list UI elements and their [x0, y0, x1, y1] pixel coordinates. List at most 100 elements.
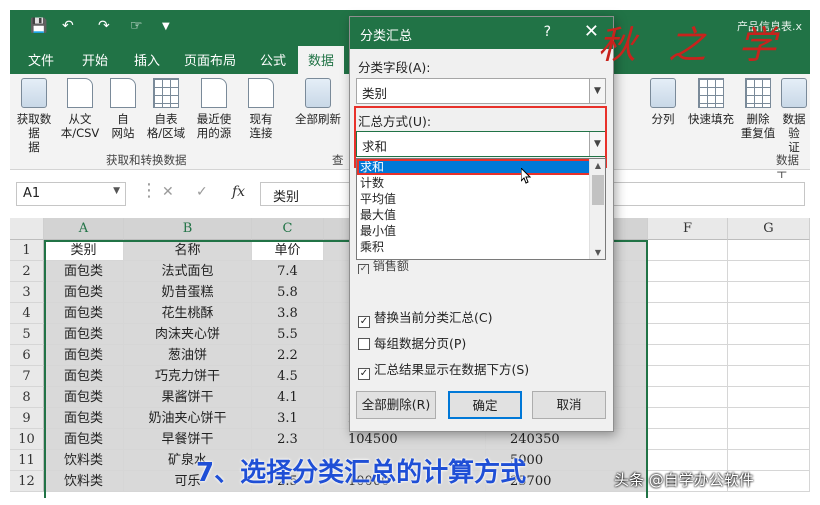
tab-home[interactable]: 开始: [82, 50, 108, 69]
cell-price[interactable]: 3.8: [252, 303, 324, 324]
remove-duplicates-button[interactable]: 删除 重复值: [740, 78, 776, 140]
cell-name[interactable]: 奶油夹心饼干: [124, 408, 252, 429]
cell-category[interactable]: 类别: [44, 240, 124, 261]
tab-file[interactable]: 文件: [28, 50, 54, 69]
cell-price[interactable]: 单价: [252, 240, 324, 261]
scroll-down-icon[interactable]: ▼: [590, 248, 605, 257]
summary-below-checkbox[interactable]: ✓ 汇总结果显示在数据下方(S): [358, 359, 529, 380]
cell-empty[interactable]: [728, 408, 810, 429]
cell-empty[interactable]: [648, 366, 728, 387]
cell-name[interactable]: 早餐饼干: [124, 429, 252, 450]
option-min[interactable]: 最小值: [357, 223, 605, 239]
column-header-a[interactable]: A: [44, 218, 124, 240]
cell-name[interactable]: 名称: [124, 240, 252, 261]
cell-category[interactable]: 饮料类: [44, 450, 124, 471]
cancel-button[interactable]: 取消: [532, 391, 606, 419]
cell-name[interactable]: 巧克力饼干: [124, 366, 252, 387]
cell-name[interactable]: 法式面包: [124, 261, 252, 282]
row-header[interactable]: 2: [10, 261, 44, 282]
row-header[interactable]: 8: [10, 387, 44, 408]
cell-empty[interactable]: [728, 303, 810, 324]
column-header-g[interactable]: G: [728, 218, 810, 240]
redo-icon[interactable]: ↷: [98, 18, 110, 34]
refresh-all-button[interactable]: 全部刷新: [290, 78, 346, 126]
cell-price[interactable]: 3.1: [252, 408, 324, 429]
undo-icon[interactable]: ↶: [62, 18, 74, 34]
column-header-f[interactable]: F: [648, 218, 728, 240]
cell-category[interactable]: 面包类: [44, 324, 124, 345]
cell-category[interactable]: 面包类: [44, 261, 124, 282]
insert-function-icon[interactable]: fx: [232, 184, 245, 200]
row-header[interactable]: 12: [10, 471, 44, 492]
cell-sales[interactable]: 240350: [486, 429, 648, 450]
data-validation-button[interactable]: 数据验 证: [778, 78, 810, 154]
cell-empty[interactable]: [728, 324, 810, 345]
close-icon[interactable]: ✕: [584, 21, 599, 42]
cell-price[interactable]: 7.4: [252, 261, 324, 282]
cell-price[interactable]: 5.5: [252, 324, 324, 345]
get-data-button[interactable]: 获取数据 据: [14, 78, 54, 154]
field-combo[interactable]: 类别 ▼: [356, 78, 606, 104]
cell-empty[interactable]: [728, 429, 810, 450]
cell-name[interactable]: 奶昔蛋糕: [124, 282, 252, 303]
save-icon[interactable]: 💾: [30, 18, 47, 34]
cell-empty[interactable]: [648, 240, 728, 261]
name-box[interactable]: A1 ▼: [16, 182, 126, 206]
cell-category[interactable]: 面包类: [44, 303, 124, 324]
enter-icon[interactable]: ✓: [196, 184, 208, 200]
row-header[interactable]: 5: [10, 324, 44, 345]
row-header[interactable]: 9: [10, 408, 44, 429]
existing-connections-button[interactable]: 现有 连接: [246, 78, 276, 140]
row-header[interactable]: 11: [10, 450, 44, 471]
tab-formulas[interactable]: 公式: [260, 50, 286, 69]
customize-qat-icon[interactable]: ▼: [162, 21, 170, 32]
cell-empty[interactable]: [648, 261, 728, 282]
row-header[interactable]: 3: [10, 282, 44, 303]
cell-empty[interactable]: [648, 303, 728, 324]
page-break-checkbox[interactable]: 每组数据分页(P): [358, 333, 466, 352]
method-dropdown-list[interactable]: 求和 计数 平均值 最大值 最小值 乘积 ▲ ▼: [356, 158, 606, 260]
cell-name[interactable]: 肉沫夹心饼: [124, 324, 252, 345]
cell-category[interactable]: 面包类: [44, 366, 124, 387]
column-header-b[interactable]: B: [124, 218, 252, 240]
cell-empty[interactable]: [728, 366, 810, 387]
help-icon[interactable]: ?: [544, 24, 551, 40]
cell-empty[interactable]: [648, 387, 728, 408]
cell-price[interactable]: 5.8: [252, 282, 324, 303]
cell-empty[interactable]: [728, 282, 810, 303]
row-header[interactable]: 10: [10, 429, 44, 450]
cell-price[interactable]: 2.3: [252, 429, 324, 450]
cell-empty[interactable]: [648, 324, 728, 345]
cell-empty[interactable]: [728, 345, 810, 366]
cell-category[interactable]: 面包类: [44, 282, 124, 303]
cell-empty[interactable]: [648, 450, 728, 471]
scroll-up-icon[interactable]: ▲: [590, 161, 605, 170]
recent-sources-button[interactable]: 最近使 用的源: [192, 78, 236, 140]
option-sum[interactable]: 求和: [357, 159, 605, 175]
cell-name[interactable]: 果酱饼干: [124, 387, 252, 408]
ok-button[interactable]: 确定: [448, 391, 522, 419]
name-box-dropdown-icon[interactable]: ▼: [113, 186, 120, 196]
list-scrollbar[interactable]: ▲ ▼: [589, 159, 605, 259]
cell-category[interactable]: 饮料类: [44, 471, 124, 492]
cell-empty[interactable]: [648, 345, 728, 366]
from-table-button[interactable]: 自表 格/区域: [144, 78, 188, 140]
cell-price[interactable]: 2.2: [252, 345, 324, 366]
option-product[interactable]: 乘积: [357, 239, 605, 255]
select-all-corner[interactable]: [10, 218, 44, 240]
text-to-columns-button[interactable]: 分列: [646, 78, 680, 126]
option-max[interactable]: 最大值: [357, 207, 605, 223]
cell-category[interactable]: 面包类: [44, 387, 124, 408]
column-header-c[interactable]: C: [252, 218, 324, 240]
field-list-partial-item[interactable]: ✓ 销售额: [358, 260, 606, 274]
cell-name[interactable]: 葱油饼: [124, 345, 252, 366]
option-average[interactable]: 平均值: [357, 191, 605, 207]
replace-current-checkbox[interactable]: ✓ 替换当前分类汇总(C): [358, 307, 492, 328]
cancel-icon[interactable]: ✕: [162, 184, 174, 200]
row-header[interactable]: 6: [10, 345, 44, 366]
cell-empty[interactable]: [728, 261, 810, 282]
chevron-down-icon[interactable]: ▼: [589, 79, 605, 103]
tab-data[interactable]: 数据: [298, 46, 345, 74]
row-header[interactable]: 1: [10, 240, 44, 261]
tab-insert[interactable]: 插入: [134, 50, 160, 69]
